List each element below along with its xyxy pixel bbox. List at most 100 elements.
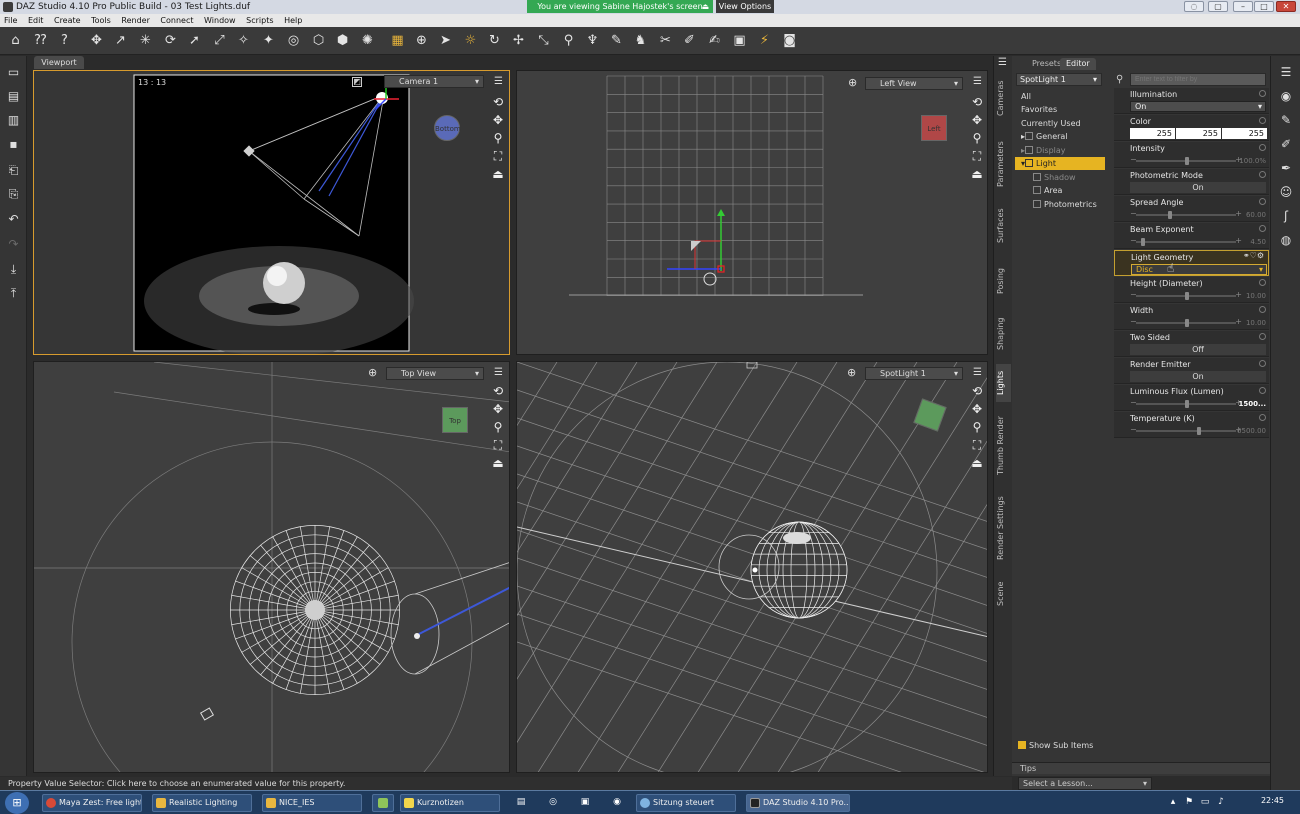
luminous-flux-value[interactable]: 1500...: [1239, 400, 1266, 408]
render-camera-icon[interactable]: ◙: [781, 32, 798, 49]
tab-scene[interactable]: Scene: [996, 576, 1011, 612]
left-nav-cube[interactable]: Left: [921, 115, 947, 141]
geometry-editor-icon[interactable]: ◎: [285, 32, 302, 49]
surface-selection-icon[interactable]: ↗: [112, 32, 129, 49]
tree-item-currently-used[interactable]: Currently Used: [1015, 117, 1105, 130]
zoom-spot-icon[interactable]: ⚲: [969, 418, 985, 437]
joint-editor-icon[interactable]: ✧: [235, 32, 252, 49]
tree-item-all[interactable]: All: [1015, 90, 1105, 103]
tray-arrow-icon[interactable]: ▴: [1166, 794, 1180, 810]
node-selection-icon[interactable]: ✥: [88, 32, 105, 49]
gear-icon[interactable]: [1259, 144, 1266, 151]
pan-left-icon[interactable]: ✥: [969, 111, 985, 130]
photometric-mode-toggle[interactable]: On: [1130, 182, 1266, 193]
viewport-toggle-icon[interactable]: ◩: [352, 77, 362, 87]
node-selector[interactable]: SpotLight 1 ▾: [1016, 73, 1102, 86]
import-icon[interactable]: ⎗: [5, 162, 22, 179]
clock[interactable]: 22:45: [1261, 796, 1284, 805]
camera-viewport[interactable]: 13 : 13 ◩ Camera 1 ▾ ☰ Bottom ⟲ ✥ ⚲ ⛶ ⏏: [33, 70, 510, 355]
show-sub-items-checkbox[interactable]: Show Sub Items: [1018, 741, 1093, 750]
task-daz-studio[interactable]: DAZ Studio 4.10 Pro...: [746, 794, 850, 812]
task-chrome[interactable]: Maya Zest: Free light...: [42, 794, 142, 812]
memorize-icon[interactable]: ⤒: [5, 285, 22, 302]
edit-scene-icon[interactable]: ✍: [706, 32, 723, 49]
tab-surfaces[interactable]: Surfaces: [996, 204, 1011, 248]
new-file-icon[interactable]: ▭: [5, 64, 22, 81]
left-view-menu-icon[interactable]: ☰: [973, 77, 985, 87]
tree-item-general[interactable]: ▸ General: [1015, 130, 1105, 143]
reset-spot-icon[interactable]: ⏏: [969, 454, 985, 473]
color-blue-field[interactable]: 255: [1222, 128, 1267, 139]
smart-content-icon[interactable]: ◉: [1278, 88, 1294, 104]
intensity-value[interactable]: 100.0%: [1239, 157, 1266, 165]
pan-camera-icon[interactable]: ✥: [490, 111, 506, 130]
skype-icon[interactable]: ◎: [546, 794, 560, 810]
height-value[interactable]: 10.00: [1246, 292, 1266, 300]
undo-icon[interactable]: ↶: [5, 211, 22, 228]
resize-icon[interactable]: ⤡: [535, 32, 552, 49]
active-pose-icon[interactable]: ✺: [359, 32, 376, 49]
frame-top-icon[interactable]: ⛶: [490, 436, 506, 455]
two-sided-toggle[interactable]: Off: [1130, 344, 1266, 355]
spread-angle-slider[interactable]: − +60.00: [1130, 209, 1266, 219]
view-options-button[interactable]: View Options ▾: [716, 0, 774, 24]
move-icon[interactable]: ✢: [510, 32, 527, 49]
tab-cameras[interactable]: Cameras: [996, 76, 1011, 120]
menu-file[interactable]: File: [0, 14, 21, 27]
maximize-button[interactable]: □: [1254, 1, 1274, 12]
viewport-menu-icon[interactable]: ☰: [494, 77, 506, 87]
reset-top-icon[interactable]: ⏏: [490, 454, 506, 473]
beam-exponent-slider[interactable]: − +4.50: [1130, 236, 1266, 246]
orbit-spot-icon[interactable]: ⟲: [969, 382, 985, 401]
top-view-menu-icon[interactable]: ☰: [494, 368, 506, 378]
universal-manipulator-icon[interactable]: ⊕: [413, 32, 430, 49]
top-view-selector[interactable]: Top View ▾: [386, 367, 484, 380]
start-button[interactable]: ⊞: [5, 792, 29, 814]
figure-tool-icon[interactable]: ☺: [1278, 184, 1294, 200]
frame-camera-icon[interactable]: ⛶: [490, 147, 506, 166]
paint-icon[interactable]: ✎: [608, 32, 625, 49]
share-menu-button[interactable]: ▢: [1208, 1, 1228, 12]
luminous-flux-slider[interactable]: − +1500...: [1130, 398, 1266, 408]
tab-shaping[interactable]: Shaping: [996, 314, 1011, 354]
link-heart-gear-icons[interactable]: ⚭♡⚙: [1243, 251, 1264, 260]
frame-left-icon[interactable]: ⛶: [969, 147, 985, 166]
color-red-field[interactable]: 255: [1130, 128, 1175, 139]
task-explorer[interactable]: [372, 794, 394, 812]
beam-exponent-value[interactable]: 4.50: [1250, 238, 1266, 246]
gear-icon[interactable]: [1259, 117, 1266, 124]
node-weight-icon[interactable]: ✦: [260, 32, 277, 49]
left-view-selector[interactable]: Left View ▾: [865, 77, 963, 90]
width-slider[interactable]: − +10.00: [1130, 317, 1266, 327]
intensity-slider[interactable]: − +100.0%: [1130, 155, 1266, 165]
frame-spot-icon[interactable]: ⛶: [969, 436, 985, 455]
network-app-icon[interactable]: ▤: [514, 794, 528, 810]
paint-tool-icon[interactable]: ✐: [1278, 136, 1294, 152]
task-kurznotizen[interactable]: Kurznotizen: [400, 794, 500, 812]
menu-render[interactable]: Render: [117, 14, 153, 27]
close-button[interactable]: ✕: [1276, 1, 1296, 12]
pan-top-icon[interactable]: ✥: [490, 400, 506, 419]
globe-top-icon[interactable]: ⊕: [368, 367, 380, 379]
tab-editor[interactable]: Editor: [1060, 58, 1096, 70]
tab-render-settings[interactable]: Render Settings: [996, 492, 1011, 564]
gear-icon[interactable]: [1259, 279, 1266, 286]
minimize-button[interactable]: –: [1233, 1, 1253, 12]
gear-icon[interactable]: [1259, 387, 1266, 394]
temperature-value[interactable]: 6500.00: [1237, 427, 1266, 435]
camera-nav-cube[interactable]: Bottom: [434, 115, 461, 141]
home-icon[interactable]: ⌂: [7, 32, 24, 49]
light-geometry-dropdown[interactable]: Disc ▾: [1131, 264, 1267, 275]
spread-angle-value[interactable]: 60.00: [1246, 211, 1266, 219]
brush-tool-icon[interactable]: ✎: [1278, 112, 1294, 128]
top-viewport[interactable]: ⊕ Top View ▾ ☰ Top ⟲ ✥ ⚲ ⛶ ⏏: [33, 361, 510, 773]
left-viewport[interactable]: ⊕ Left View ▾ ☰ Left ⟲ ✥ ⚲ ⛶ ⏏: [516, 70, 988, 355]
gear-icon[interactable]: [1259, 306, 1266, 313]
sphere-tool-icon[interactable]: ◍: [1278, 232, 1294, 248]
pane-menu-icon[interactable]: ☰: [1278, 64, 1294, 80]
export-icon[interactable]: ⎘: [5, 186, 22, 203]
tree-item-photometrics[interactable]: Photometrics: [1015, 198, 1105, 211]
render-emitter-toggle[interactable]: On: [1130, 371, 1266, 382]
tab-parameters[interactable]: Parameters: [996, 134, 1011, 194]
restore-share-button[interactable]: ◌: [1184, 1, 1204, 12]
